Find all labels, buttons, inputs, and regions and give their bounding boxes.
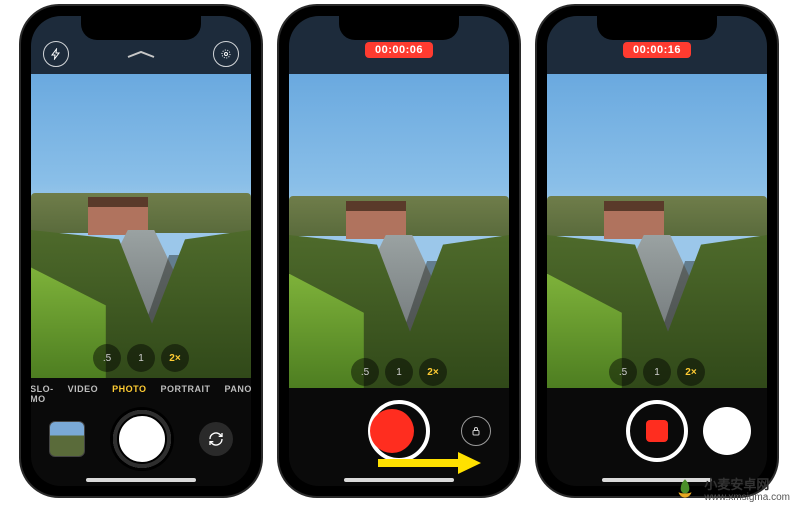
zoom-1x[interactable]: 1: [127, 344, 155, 372]
zoom-label: 1: [138, 353, 144, 364]
camera-bottom-bar: [547, 388, 767, 486]
phone-frame-2: 00:00:06 .5 1 2×: [279, 6, 519, 496]
mode-video[interactable]: VIDEO: [68, 384, 99, 404]
stop-icon: [646, 420, 668, 442]
zoom-0-5x[interactable]: .5: [609, 358, 637, 386]
shutter-button[interactable]: [113, 410, 171, 468]
screen: 00:00:06 .5 1 2×: [289, 16, 509, 486]
zoom-0-5x[interactable]: .5: [351, 358, 379, 386]
camera-bottom-bar: [289, 388, 509, 486]
mode-pano[interactable]: PANO: [225, 384, 251, 404]
zoom-label: 2×: [169, 353, 180, 364]
last-photo-thumbnail[interactable]: [49, 421, 85, 457]
phone-frame-3: 00:00:16 .5 1 2×: [537, 6, 777, 496]
zoom-0-5x[interactable]: .5: [93, 344, 121, 372]
watermark-text: 小麦安卓网 www.xmsigma.com: [704, 474, 790, 503]
zoom-selector: .5 1 2×: [289, 358, 509, 386]
zoom-label: 1: [396, 367, 402, 378]
chevron-up-icon[interactable]: [126, 50, 156, 58]
zoom-label: .5: [361, 367, 369, 378]
zoom-selector: .5 1 2×: [547, 358, 767, 386]
timer-container: 00:00:06: [289, 42, 509, 58]
home-indicator[interactable]: [86, 478, 196, 482]
zoom-2x[interactable]: 2×: [419, 358, 447, 386]
flash-icon[interactable]: [43, 41, 69, 67]
camera-viewfinder[interactable]: [289, 74, 509, 396]
zoom-2x[interactable]: 2×: [677, 358, 705, 386]
zoom-label: .5: [103, 353, 111, 364]
zoom-1x[interactable]: 1: [643, 358, 671, 386]
zoom-2x[interactable]: 2×: [161, 344, 189, 372]
watermark-logo-icon: [672, 476, 698, 502]
capture-still-button[interactable]: [703, 407, 751, 455]
mode-selector[interactable]: SLO-MO VIDEO PHOTO PORTRAIT PANO: [31, 384, 251, 404]
record-row: [547, 400, 767, 462]
phone-row: .5 1 2× SLO-MO VIDEO PHOTO PORTRAIT PANO: [0, 0, 798, 502]
zoom-1x[interactable]: 1: [385, 358, 413, 386]
zoom-label: 2×: [685, 367, 696, 378]
screen: 00:00:16 .5 1 2×: [547, 16, 767, 486]
device-notch: [339, 16, 459, 40]
mode-slomo[interactable]: SLO-MO: [31, 384, 54, 404]
watermark-name: 小麦安卓网: [704, 477, 769, 492]
watermark-url: www.xmsigma.com: [704, 493, 790, 503]
zoom-label: 1: [654, 367, 660, 378]
device-notch: [597, 16, 717, 40]
camera-viewfinder[interactable]: [31, 74, 251, 386]
screen: .5 1 2× SLO-MO VIDEO PHOTO PORTRAIT PANO: [31, 16, 251, 486]
camera-bottom-bar: SLO-MO VIDEO PHOTO PORTRAIT PANO: [31, 378, 251, 486]
recording-timer: 00:00:06: [365, 42, 433, 58]
flip-camera-icon[interactable]: [199, 422, 233, 456]
zoom-label: 2×: [427, 367, 438, 378]
home-indicator[interactable]: [344, 478, 454, 482]
live-photo-icon[interactable]: [213, 41, 239, 67]
watermark: 小麦安卓网 www.xmsigma.com: [672, 474, 790, 503]
mode-portrait[interactable]: PORTRAIT: [161, 384, 211, 404]
drag-right-arrow-icon: [373, 448, 483, 478]
timer-container: 00:00:16: [547, 42, 767, 58]
lock-icon[interactable]: [461, 416, 491, 446]
recording-timer: 00:00:16: [623, 42, 691, 58]
shutter-row: [31, 410, 251, 468]
zoom-label: .5: [619, 367, 627, 378]
camera-viewfinder[interactable]: [547, 74, 767, 396]
stop-record-button[interactable]: [626, 400, 688, 462]
record-indicator-icon: [370, 409, 414, 453]
mode-photo[interactable]: PHOTO: [112, 384, 146, 404]
zoom-selector: .5 1 2×: [31, 344, 251, 372]
device-notch: [81, 16, 201, 40]
phone-frame-1: .5 1 2× SLO-MO VIDEO PHOTO PORTRAIT PANO: [21, 6, 261, 496]
